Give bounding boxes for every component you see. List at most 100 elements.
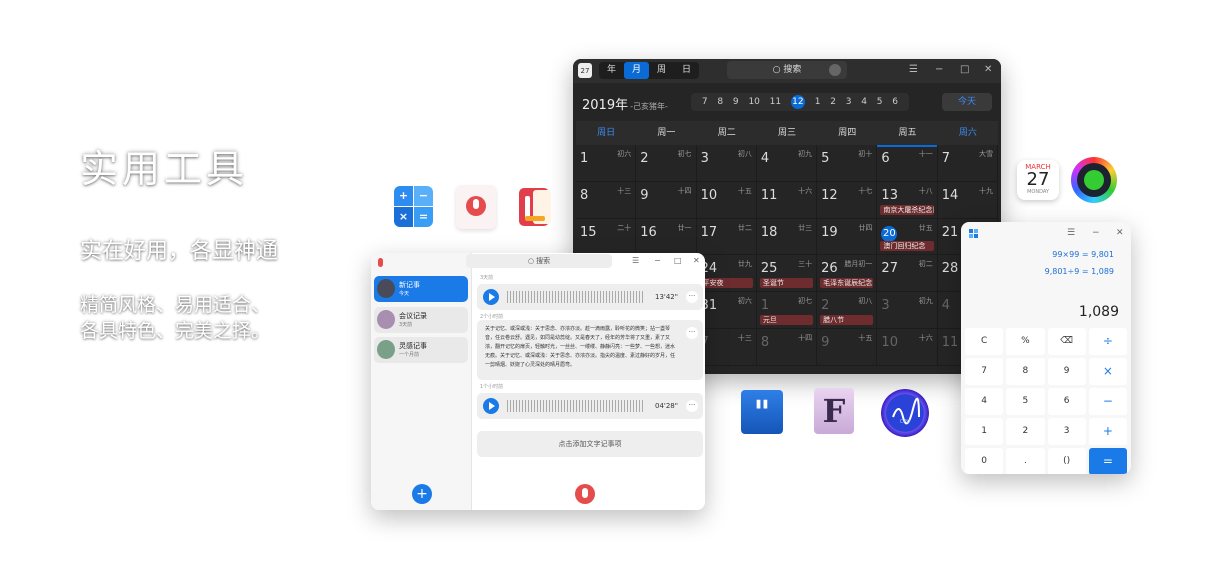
day-cell[interactable]: 26 腊月初一 毛泽东诞辰纪念 [817,255,878,293]
folder-item[interactable]: 会议记录 3天前 [374,307,468,333]
event-chip[interactable]: 元旦 [759,314,814,325]
view-week-tab[interactable]: 周 [649,62,674,79]
day-cell[interactable]: 2 初八 腊八节 [817,292,878,329]
day-cell[interactable]: 4 初九 [756,145,818,182]
event-chip[interactable]: 腊八节 [820,314,874,325]
day-cell[interactable]: 11 十六 [756,181,818,219]
history-expression[interactable]: 99×99 = 9,801 [1052,250,1114,259]
calc-key[interactable]: 1 [965,418,1004,445]
calc-key[interactable]: 7 [965,358,1004,385]
calc-key[interactable]: . [1006,448,1045,474]
close-icon[interactable]: ✕ [693,256,700,265]
month-item[interactable]: 12 [790,95,805,109]
date-app-icon[interactable]: MARCH 27 MONDAY [1017,160,1059,200]
day-cell[interactable]: 15 二十 [576,218,637,256]
month-item[interactable]: 8 [717,97,723,107]
voice-recorder-app-icon[interactable] [456,185,496,229]
calc-key[interactable]: 3 [1047,418,1086,445]
month-item[interactable]: 3 [846,97,852,107]
day-cell[interactable]: 31 初六 [696,292,757,329]
day-cell[interactable]: 8 十三 [576,181,637,219]
month-item[interactable]: 5 [877,97,883,107]
add-folder-button[interactable]: + [412,484,432,504]
day-cell[interactable]: 8 十四 [756,328,818,366]
more-icon[interactable]: ··· [686,400,698,412]
day-cell[interactable]: 9 十五 [817,328,878,366]
system-monitor-app-icon[interactable]: CPU [881,389,929,437]
close-icon[interactable]: ✕ [984,64,992,75]
day-cell[interactable]: 14 十九 [937,181,998,219]
calc-key[interactable]: − [1088,388,1127,415]
day-cell[interactable]: 16 廿一 [636,218,697,256]
maximize-icon[interactable]: □ [960,64,969,75]
calc-key[interactable]: × [1088,358,1127,385]
day-cell[interactable]: 20 廿五 澳门回归纪念 [877,218,938,256]
calc-key[interactable]: % [1006,328,1045,355]
history-expression[interactable]: 9,801÷9 = 1,089 [1045,267,1114,276]
day-cell[interactable]: 10 十五 [696,181,757,219]
add-text-note-button[interactable]: 点击添加文字记事项 [477,431,703,457]
more-icon[interactable]: ··· [686,327,698,339]
day-cell[interactable]: 3 初八 [696,145,757,182]
more-icon[interactable]: ··· [686,291,698,303]
folder-item[interactable]: 灵感记事 一个月前 [374,337,468,363]
month-item[interactable]: 1 [815,97,821,107]
day-cell[interactable]: 7十三 [696,328,757,366]
minimize-icon[interactable]: − [1092,228,1100,238]
voice-item[interactable]: 13'42" ··· [477,284,703,310]
day-cell[interactable]: 19 廿四 [817,218,878,256]
day-cell[interactable]: 25 三十 圣诞节 [756,255,818,293]
event-chip[interactable]: 澳门回归纪念 [880,241,934,252]
text-item[interactable]: 关于记忆、或深或浅：关于思念、亦浓亦淡。趁一滴雨露，聆听花的微笑；拈一盏琴音，任… [477,320,703,380]
menu-icon[interactable]: ☰ [909,64,918,75]
month-item[interactable]: 6 [892,97,898,107]
day-cell[interactable]: 10 十六 [877,328,938,366]
calculator-app-icon[interactable]: + − × = [394,186,434,228]
calc-key[interactable]: () [1047,448,1086,474]
calc-key[interactable]: ÷ [1088,328,1127,355]
minimize-icon[interactable]: − [654,256,661,265]
month-item[interactable]: 11 [770,97,781,107]
play-button[interactable] [483,289,499,305]
calc-key[interactable]: + [1088,418,1127,445]
calc-key[interactable]: = [1088,448,1127,474]
day-cell[interactable]: 3 初九 [877,292,938,329]
calc-key[interactable]: 9 [1047,358,1086,385]
disk-monitor-app-icon[interactable] [1071,157,1117,203]
folder-item[interactable]: 新记事 今天 [374,276,468,302]
calc-key[interactable]: 6 [1047,388,1086,415]
day-cell[interactable]: 1 初六 [576,145,637,182]
day-cell[interactable]: 12 十七 [817,181,878,219]
menu-icon[interactable]: ☰ [632,256,639,265]
month-item[interactable]: 10 [748,97,759,107]
day-cell[interactable]: 7 大雪 [937,145,998,182]
event-chip[interactable]: 毛泽东诞辰纪念 [820,278,874,289]
avatar-icon[interactable] [829,64,841,76]
day-cell[interactable]: 27 初二 [877,255,938,293]
close-icon[interactable]: ✕ [1116,228,1124,238]
month-item[interactable]: 7 [702,97,708,107]
event-chip[interactable]: 平安夜 [699,278,753,289]
month-item[interactable]: 2 [830,97,836,107]
notes-search-input[interactable]: ○ 搜索 [466,254,612,268]
font-manager-app-icon[interactable]: F [814,388,854,434]
month-item[interactable]: 4 [861,97,867,107]
quote-app-icon[interactable]: " [741,390,783,434]
day-cell[interactable]: 13 十八南京大屠杀纪念日 [877,181,938,219]
calc-key[interactable]: 0 [965,448,1004,474]
event-chip[interactable]: 圣诞节 [759,278,814,289]
day-cell[interactable]: 2 初七 [636,145,697,182]
view-day-tab[interactable]: 日 [674,62,699,79]
calc-key[interactable]: C [965,328,1004,355]
menu-icon[interactable]: ☰ [1067,228,1075,238]
day-cell[interactable]: 6 十一 [877,145,938,182]
calc-key[interactable]: 5 [1006,388,1045,415]
calc-key[interactable]: 4 [965,388,1004,415]
calc-key[interactable]: 8 [1006,358,1045,385]
event-chip[interactable]: 南京大屠杀纪念日 [880,204,934,215]
day-cell[interactable]: 1 初七 元旦 [756,292,818,329]
day-cell[interactable]: 5 初十 [817,145,878,182]
view-month-tab[interactable]: 月 [624,62,649,79]
day-cell[interactable]: 9 十四 [636,181,697,219]
day-cell[interactable]: 18 廿三 [756,218,818,256]
